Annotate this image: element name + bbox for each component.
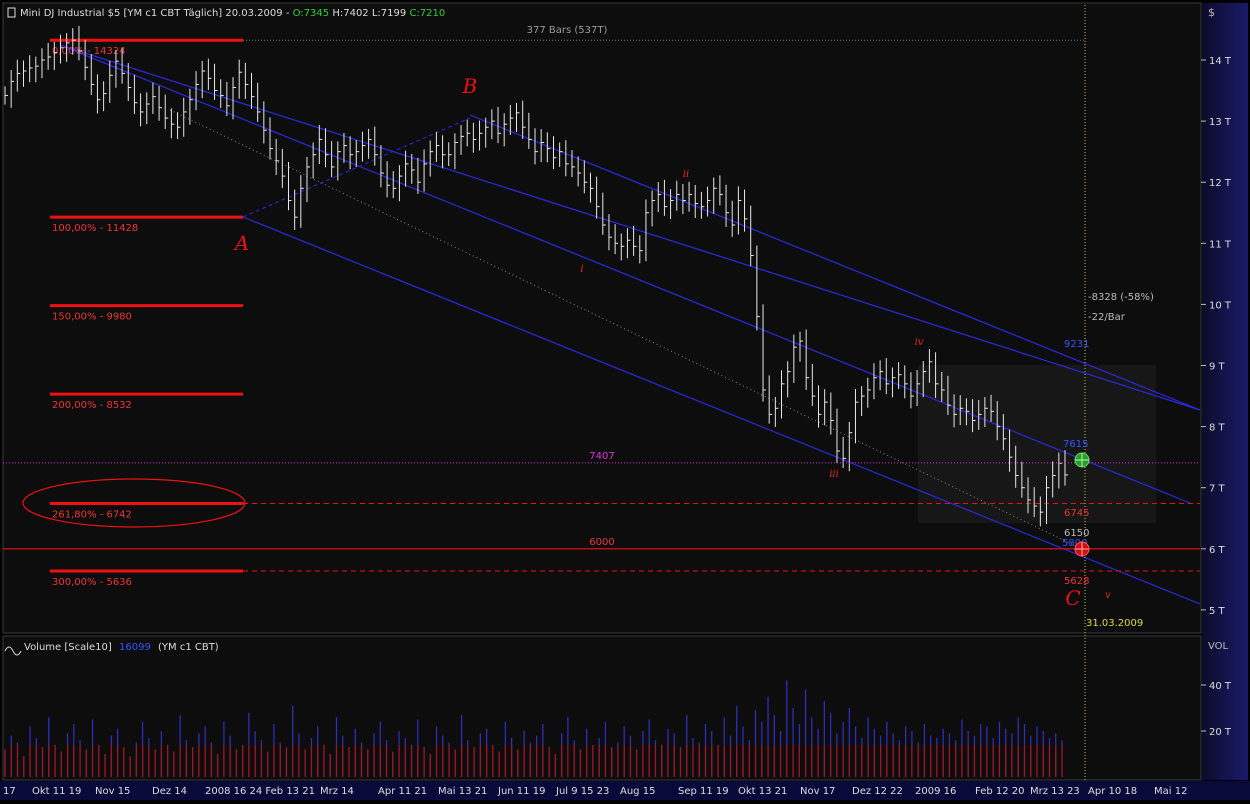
y-tick-label: 7 T [1209,484,1226,495]
x-tick-label: Mrz 14 [320,786,354,797]
x-tick-label: Nov 15 [95,786,130,797]
chart-svg: Mini DJ Industrial $5 [YM c1 CBT Täglich… [0,2,1250,800]
x-tick-label: Sep 11 19 [678,786,729,797]
close-value: C:7210 [409,8,445,19]
volume-value: 16099 [119,642,151,653]
subwave-label-iii: iii [829,469,839,480]
x-tick-label: Jun 11 19 [497,786,545,797]
y-tick-label: 6 T [1209,545,1226,556]
x-tick-label: Mai 13 21 [438,786,487,797]
pink-level-label: 7407 [589,451,614,462]
x-tick-label: Mai 12 [1154,786,1187,797]
volume-axis-title: VOL [1208,641,1229,652]
y-tick-label: 9 T [1209,362,1226,373]
x-tick-label: Apr 10 18 [1088,786,1137,797]
upper-channel-label: 9231 [1064,339,1089,350]
low-value: L:7199 [372,8,406,19]
y-tick-label: 11 T [1209,239,1232,250]
y-tick-label: 8 T [1209,423,1226,434]
y-tick-label: 13 T [1209,117,1232,128]
wave-label-c: C [1065,586,1080,610]
change-text: -8328 (-58%) [1088,292,1154,303]
x-tick-label: Dez 12 22 [852,786,903,797]
y-tick-label: 12 T [1209,178,1232,189]
x-tick-label: 2009 16 [915,786,956,797]
x-tick-label: Nov 17 [800,786,835,797]
high-value: H:7402 [332,8,368,19]
chart-root: Mini DJ Industrial $5 [YM c1 CBT Täglich… [0,0,1250,800]
x-tick-label: Jul 9 15 23 [555,786,609,797]
fib-level-label: 200,00% - 8532 [52,400,132,411]
wave-label-b: B [462,74,478,98]
x-tick-label: Feb 12 20 [975,786,1025,797]
y-tick-label: 14 T [1209,56,1232,67]
volume-title: Volume [Scale10] [24,642,112,653]
middle-channel-label: 7615 [1063,439,1088,450]
fib-level-label: 261,80% - 6742 [52,509,132,520]
instrument-title: Mini DJ Industrial $5 [YM c1 CBT Täglich… [20,8,290,19]
wave-label-a: A [233,231,249,255]
x-tick-label: Dez 14 [152,786,187,797]
per-bar-text: -22/Bar [1088,312,1126,323]
dash-level-label: 6745 [1064,508,1089,519]
y-tick-label: 10 T [1209,300,1232,311]
subwave-label-iv: iv [915,337,924,348]
bars-note: 377 Bars (537T) [527,25,608,36]
x-tick-label: 2008 16 24 Feb 13 21 [205,786,315,797]
x-tick-label: Okt 11 19 [32,786,81,797]
x-tick-label: Mrz 13 23 [1030,786,1080,797]
x-tick-label: Apr 11 21 [378,786,427,797]
highlight-box [918,365,1156,523]
volume-tick-label: 20 T [1209,727,1232,738]
volume-tick-label: 40 T [1209,681,1232,692]
target-date-label: 31.03.2009 [1086,618,1143,629]
x-tick-label: 17 [3,786,16,797]
fib-level-label: 300,00% - 5636 [52,577,132,588]
fib-level-label: 150,00% - 9980 [52,312,132,323]
svg-text:Volume [Scale10] 16099: Volume [Scale10] 16099 (YM c1 CBT) [24,642,219,653]
subwave-label-ii: ii [683,169,689,180]
red-level-label: 6000 [589,537,614,548]
svg-text:Mini DJ Industrial $5 [YM c1 C: Mini DJ Industrial $5 [YM c1 CBT Täglich… [20,8,445,19]
subwave-label-v: v [1105,590,1111,601]
fib-level-label: 100,00% - 11428 [52,223,138,234]
x-tick-label: Okt 13 21 [738,786,787,797]
volume-instrument: (YM c1 CBT) [158,642,219,653]
volume-panel [2,635,1202,781]
y-tick-label: 5 T [1209,606,1226,617]
subwave-label-i: i [580,264,583,275]
target-label: 5628 [1064,576,1089,587]
open-value: O:7345 [293,8,330,19]
currency-label: $ [1208,6,1215,19]
x-tick-label: Aug 15 [620,786,655,797]
